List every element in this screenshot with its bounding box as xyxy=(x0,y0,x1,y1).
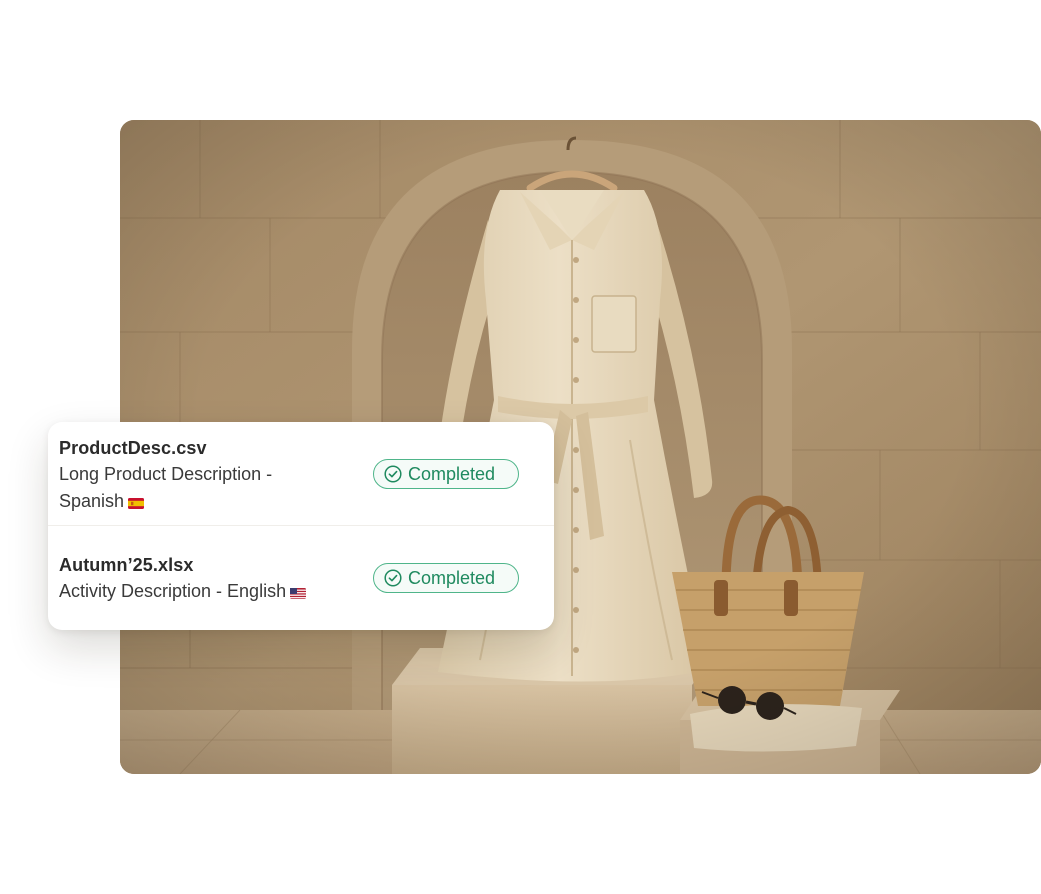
check-circle-icon xyxy=(384,465,402,483)
job-row[interactable]: Autumn’25.xlsx Activity Description - En… xyxy=(48,526,554,630)
job-description: Activity Description - English xyxy=(59,578,359,607)
job-file-name: Autumn’25.xlsx xyxy=(59,555,194,575)
us-flag-icon xyxy=(290,580,307,607)
status-badge: Completed xyxy=(373,459,519,489)
check-circle-icon xyxy=(384,569,402,587)
status-badge: Completed xyxy=(373,563,519,593)
job-description-text: Activity Description - English xyxy=(59,581,287,601)
spain-flag-icon xyxy=(128,490,145,517)
page: ProductDesc.csv Long Product Description… xyxy=(0,0,1041,894)
job-description-text: Long Product Description - Spanish xyxy=(59,464,273,511)
job-description: Long Product Description - Spanish xyxy=(59,461,339,517)
job-file-name: ProductDesc.csv xyxy=(59,438,207,458)
job-row[interactable]: ProductDesc.csv Long Product Description… xyxy=(48,422,554,526)
job-status-card: ProductDesc.csv Long Product Description… xyxy=(48,422,554,630)
status-label: Completed xyxy=(408,463,496,484)
status-label: Completed xyxy=(408,567,496,588)
